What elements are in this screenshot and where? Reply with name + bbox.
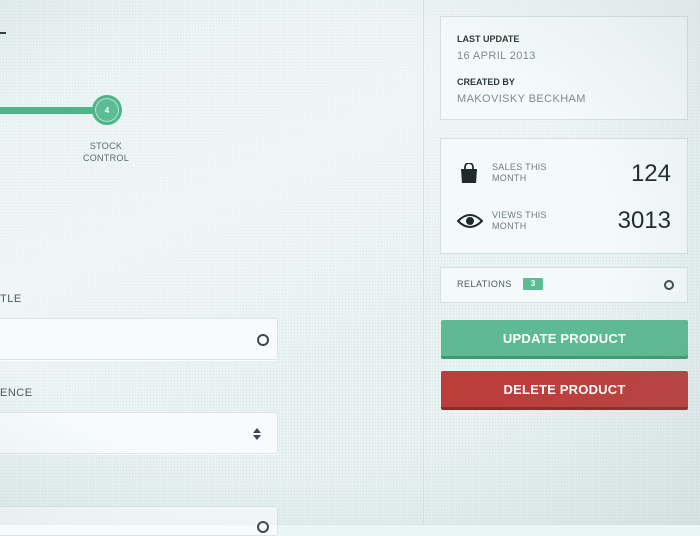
relations-count-badge: 3 <box>523 278 543 290</box>
select-arrows-icon <box>253 428 261 440</box>
title-field-label: TLE <box>0 293 22 305</box>
eye-icon <box>457 214 483 228</box>
relations-label: RELATIONS <box>457 279 512 289</box>
product-meta-card: LAST UPDATE 16 APRIL 2013 CREATED BY MAK… <box>440 16 688 120</box>
relations-row[interactable]: RELATIONS 3 <box>440 267 688 303</box>
next-field-input[interactable] <box>0 506 278 536</box>
column-divider <box>423 0 424 525</box>
sales-this-month-label: SALES THIS MONTH <box>492 162 547 183</box>
created-by-heading: CREATED BY <box>457 77 515 87</box>
circle-icon <box>257 334 269 346</box>
reference-field-label: ENCE <box>0 387 33 399</box>
circle-icon[interactable] <box>664 280 674 290</box>
shopping-bag-icon <box>461 163 477 183</box>
views-this-month-value: 3013 <box>617 207 671 234</box>
views-this-month-label: VIEWS THIS MONTH <box>492 210 547 231</box>
circle-icon <box>257 521 269 533</box>
stepper-step-label: STOCK CONTROL <box>82 141 130 163</box>
delete-product-button[interactable]: DELETE PRODUCT <box>441 371 688 407</box>
stepper-progress-line <box>0 107 96 114</box>
product-stats-card: SALES THIS MONTH 124 VIEWS THIS MONTH 30… <box>440 138 688 254</box>
sales-this-month-value: 124 <box>630 160 671 187</box>
stepper-step-4[interactable]: 4 <box>92 95 122 125</box>
update-product-button[interactable]: UPDATE PRODUCT <box>441 320 688 356</box>
stepper-step-number: 4 <box>104 105 110 115</box>
created-by-value: MAKOVISKY BECKHAM <box>457 93 586 105</box>
title-input[interactable] <box>0 318 278 360</box>
header-divider <box>0 32 6 34</box>
last-update-heading: LAST UPDATE <box>457 34 520 44</box>
reference-select[interactable] <box>0 412 278 454</box>
last-update-value: 16 APRIL 2013 <box>457 50 536 62</box>
